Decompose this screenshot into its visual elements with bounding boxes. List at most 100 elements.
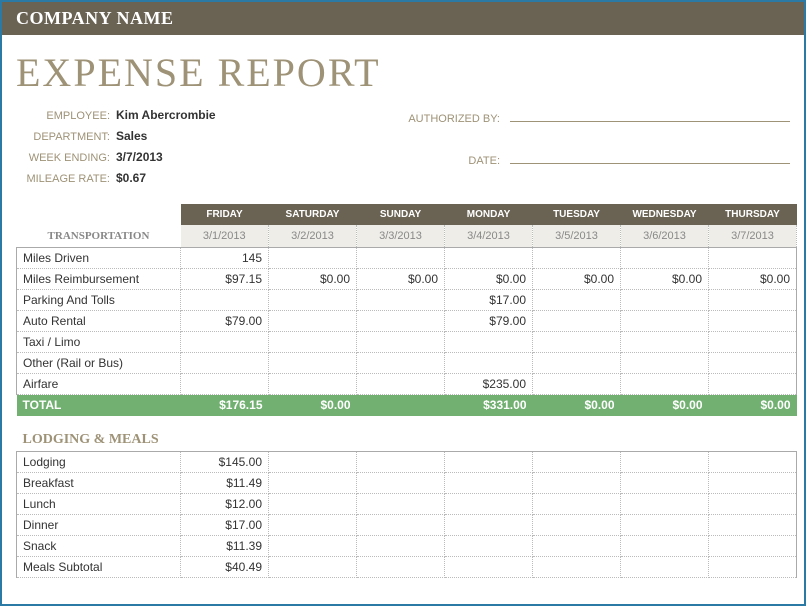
cell[interactable] xyxy=(709,290,797,311)
cell[interactable] xyxy=(445,472,533,493)
cell[interactable] xyxy=(709,493,797,514)
cell[interactable] xyxy=(709,332,797,353)
cell[interactable] xyxy=(269,535,357,556)
cell[interactable]: $12.00 xyxy=(181,493,269,514)
cell[interactable] xyxy=(621,248,709,269)
cell[interactable] xyxy=(621,290,709,311)
cell[interactable] xyxy=(533,535,621,556)
date-label: DATE: xyxy=(396,155,506,167)
cell[interactable]: 145 xyxy=(181,248,269,269)
cell[interactable] xyxy=(357,556,445,577)
cell[interactable] xyxy=(621,514,709,535)
cell[interactable] xyxy=(445,493,533,514)
cell[interactable] xyxy=(357,451,445,472)
cell[interactable] xyxy=(533,248,621,269)
cell[interactable] xyxy=(445,556,533,577)
cell[interactable] xyxy=(445,332,533,353)
cell[interactable] xyxy=(181,353,269,374)
cell[interactable] xyxy=(621,353,709,374)
cell[interactable] xyxy=(357,353,445,374)
meta-block: EMPLOYEE:Kim Abercrombie DEPARTMENT:Sale… xyxy=(2,108,804,200)
cell[interactable] xyxy=(621,311,709,332)
cell[interactable] xyxy=(269,472,357,493)
cell[interactable] xyxy=(709,514,797,535)
cell[interactable] xyxy=(709,374,797,395)
cell[interactable] xyxy=(533,332,621,353)
cell[interactable] xyxy=(533,493,621,514)
table-row: Miles Reimbursement$97.15$0.00$0.00$0.00… xyxy=(17,269,797,290)
cell[interactable] xyxy=(269,514,357,535)
day-name: MONDAY xyxy=(445,204,533,225)
cell[interactable] xyxy=(357,374,445,395)
cell[interactable] xyxy=(269,290,357,311)
cell[interactable] xyxy=(445,535,533,556)
company-name: COMPANY NAME xyxy=(2,2,804,35)
cell[interactable]: $11.49 xyxy=(181,472,269,493)
cell[interactable] xyxy=(533,374,621,395)
cell[interactable]: $0.00 xyxy=(445,269,533,290)
cell[interactable]: $0.00 xyxy=(533,269,621,290)
cell[interactable] xyxy=(269,311,357,332)
cell[interactable] xyxy=(269,332,357,353)
cell[interactable] xyxy=(357,332,445,353)
cell[interactable] xyxy=(709,311,797,332)
cell[interactable] xyxy=(621,535,709,556)
cell[interactable] xyxy=(357,472,445,493)
cell[interactable] xyxy=(709,472,797,493)
cell[interactable] xyxy=(357,535,445,556)
cell[interactable] xyxy=(445,248,533,269)
cell[interactable] xyxy=(533,311,621,332)
cell[interactable]: $145.00 xyxy=(181,451,269,472)
cell[interactable] xyxy=(621,493,709,514)
cell[interactable] xyxy=(533,556,621,577)
cell[interactable]: $17.00 xyxy=(445,290,533,311)
cell[interactable] xyxy=(709,248,797,269)
total-cell: $0.00 xyxy=(533,395,621,416)
cell[interactable]: $0.00 xyxy=(269,269,357,290)
total-cell: $176.15 xyxy=(181,395,269,416)
cell[interactable] xyxy=(621,374,709,395)
cell[interactable] xyxy=(269,374,357,395)
cell[interactable]: $79.00 xyxy=(445,311,533,332)
cell[interactable] xyxy=(269,353,357,374)
cell[interactable] xyxy=(181,290,269,311)
cell[interactable] xyxy=(621,556,709,577)
cell[interactable] xyxy=(445,514,533,535)
cell[interactable] xyxy=(709,353,797,374)
cell[interactable] xyxy=(533,451,621,472)
cell[interactable] xyxy=(621,451,709,472)
cell[interactable] xyxy=(181,332,269,353)
cell[interactable] xyxy=(445,451,533,472)
cell[interactable] xyxy=(269,493,357,514)
cell[interactable] xyxy=(533,353,621,374)
cell[interactable]: $11.39 xyxy=(181,535,269,556)
cell[interactable]: $0.00 xyxy=(357,269,445,290)
cell[interactable] xyxy=(709,451,797,472)
table-row: Lunch$12.00 xyxy=(17,493,797,514)
cell[interactable] xyxy=(357,290,445,311)
cell[interactable] xyxy=(357,248,445,269)
cell[interactable] xyxy=(533,472,621,493)
cell[interactable]: $17.00 xyxy=(181,514,269,535)
cell[interactable] xyxy=(445,353,533,374)
cell[interactable] xyxy=(533,514,621,535)
cell[interactable] xyxy=(269,248,357,269)
cell[interactable] xyxy=(357,311,445,332)
cell[interactable] xyxy=(269,556,357,577)
cell[interactable] xyxy=(269,451,357,472)
cell[interactable]: $0.00 xyxy=(709,269,797,290)
cell[interactable]: $235.00 xyxy=(445,374,533,395)
cell[interactable] xyxy=(709,556,797,577)
transportation-body: Miles Driven145Miles Reimbursement$97.15… xyxy=(17,248,797,395)
cell[interactable] xyxy=(181,374,269,395)
cell[interactable] xyxy=(621,332,709,353)
cell[interactable] xyxy=(533,290,621,311)
cell[interactable] xyxy=(709,535,797,556)
cell[interactable]: $97.15 xyxy=(181,269,269,290)
cell[interactable] xyxy=(357,514,445,535)
cell[interactable]: $0.00 xyxy=(621,269,709,290)
cell[interactable] xyxy=(621,472,709,493)
cell[interactable]: $40.49 xyxy=(181,556,269,577)
cell[interactable] xyxy=(357,493,445,514)
cell[interactable]: $79.00 xyxy=(181,311,269,332)
